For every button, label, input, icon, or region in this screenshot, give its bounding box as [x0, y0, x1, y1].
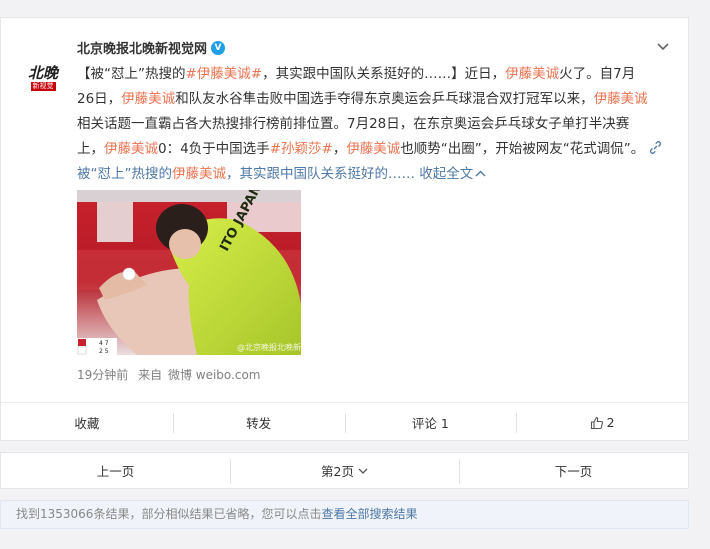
watermark: @北京晚报北晚新视: [237, 342, 301, 352]
scoreboard-row-2: 2 5: [99, 348, 109, 355]
prev-page-label: 上一页: [96, 464, 135, 479]
avatar-logo: 北晚: [27, 63, 58, 82]
comment-label: 评论 1: [411, 416, 449, 431]
keyword-highlight: 伊藤美诚: [104, 141, 158, 157]
hashtag-link[interactable]: #伊藤美诚#: [186, 66, 263, 82]
prev-page-button[interactable]: 上一页: [1, 453, 230, 488]
text-segment: 【被“怼上”热搜的: [77, 66, 186, 82]
post-photo[interactable]: ITO JAPAN 4 7 2 5 @北京晚报北晚新视: [77, 190, 301, 355]
next-page-label: 下一页: [554, 464, 593, 479]
text-segment: 也顺势“出圈”，开始被网友“花式调侃”。: [400, 141, 645, 157]
favorite-label: 收藏: [74, 416, 100, 431]
verified-icon: V: [211, 40, 226, 55]
keyword-highlight: 伊藤美诚: [121, 91, 176, 107]
text-segment: ，: [332, 141, 347, 157]
results-notice: 找到1353066条结果，部分相似结果已省略，您可以点击查看全部搜索结果: [0, 500, 689, 529]
text-line-3: 相关话题一直霸占各大热搜排行榜前排位置。7月28日，在东京奥运会乒乓球女子单打半…: [77, 116, 630, 132]
keyword-highlight[interactable]: 伊藤美诚: [172, 166, 226, 182]
article-link[interactable]: 被“怼上”热搜的: [77, 166, 172, 182]
collapse-link[interactable]: 收起全文: [419, 166, 486, 182]
hashtag-link[interactable]: #孙颖莎#: [270, 141, 333, 157]
avatar[interactable]: 北晚 新视觉: [17, 52, 69, 104]
post-time[interactable]: 19分钟前: [77, 368, 128, 382]
like-count: 2: [606, 415, 615, 430]
text-segment: 上，: [77, 141, 104, 157]
page-select[interactable]: 第2页: [230, 453, 459, 488]
text-segment: 0：4负于中国选手: [158, 141, 270, 157]
source-prefix: 来自: [138, 368, 163, 382]
post-text: 【被“怼上”热搜的#伊藤美诚#，其实跟中国队关系挺好的……】近日，伊藤美诚火了。…: [77, 62, 677, 187]
comment-button[interactable]: 评论 1: [344, 403, 517, 442]
repost-label: 转发: [246, 416, 272, 431]
keyword-highlight: 伊藤美诚: [593, 91, 648, 107]
next-page-button[interactable]: 下一页: [459, 453, 688, 488]
chevron-up-icon: [475, 170, 486, 177]
article-link[interactable]: ，其实跟中国队关系挺好的……: [226, 166, 415, 182]
pagination: 上一页 第2页 下一页: [0, 452, 689, 489]
table-tennis-player-photo: ITO JAPAN 4 7 2 5 @北京晚报北晚新视: [77, 190, 301, 355]
thumbs-up-icon: [590, 416, 603, 429]
post-source[interactable]: 微博 weibo.com: [168, 368, 261, 382]
view-all-results-link[interactable]: 查看全部搜索结果: [321, 507, 417, 521]
link-icon[interactable]: [649, 141, 662, 154]
chevron-down-icon[interactable]: [656, 40, 670, 54]
repost-button[interactable]: 转发: [172, 403, 345, 442]
avatar-logo-sub: 新视觉: [30, 81, 56, 91]
current-page-label: 第2页: [321, 464, 354, 479]
text-segment: ，其实跟中国队关系挺好的……】近日，: [262, 66, 506, 82]
text-line-5: 被“怼上”热搜的伊藤美诚，其实跟中国队关系挺好的…… 收起全文: [77, 162, 677, 187]
post-actions: 收藏 转发 评论 1 2: [1, 402, 688, 442]
keyword-highlight: 伊藤美诚: [346, 141, 401, 157]
text-line-4: 上，伊藤美诚0：4负于中国选手#孙颖莎#，伊藤美诚也顺势“出圈”，开始被网友“花…: [77, 137, 677, 162]
results-notice-text: 找到1353066条结果，部分相似结果已省略，您可以点击: [16, 507, 322, 521]
text-line-2: 26日，伊藤美诚和队友水谷隼击败中国选手夺得东京奥运会乒乓球混合双打冠军以来，伊…: [77, 87, 677, 112]
weibo-post-card: 北晚 新视觉 北京晚报北晚新视觉网 V 【被“怼上”热搜的#伊藤美诚#，其实跟中…: [0, 17, 689, 441]
collapse-label: 收起全文: [419, 166, 474, 182]
text-segment: 26日，: [77, 91, 122, 107]
scoreboard-row-1: 4 7: [99, 340, 109, 347]
keyword-highlight: 伊藤美诚: [505, 66, 560, 82]
text-segment: 火了。自7月: [559, 66, 636, 82]
text-line-1: 【被“怼上”热搜的#伊藤美诚#，其实跟中国队关系挺好的……】近日，伊藤美诚火了。…: [77, 62, 677, 87]
favorite-button[interactable]: 收藏: [1, 403, 173, 442]
chevron-down-icon: [358, 468, 368, 474]
author-name[interactable]: 北京晚报北晚新视觉网: [77, 38, 207, 57]
author-row: 北京晚报北晚新视觉网 V: [77, 38, 226, 57]
like-button[interactable]: 2: [516, 403, 688, 442]
text-segment: 和队友水谷隼击败中国选手夺得东京奥运会乒乓球混合双打冠军以来，: [175, 91, 594, 107]
post-meta: 19分钟前 来自 微博 weibo.com: [77, 366, 267, 383]
